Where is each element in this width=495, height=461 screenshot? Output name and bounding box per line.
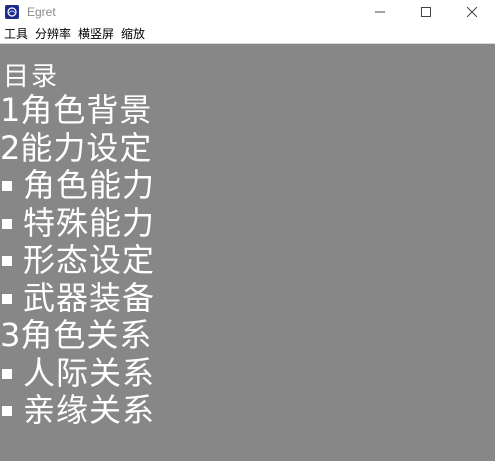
toc-section-number: 1 — [0, 91, 21, 129]
toc-bullet-item: 亲缘关系 — [0, 391, 156, 430]
title-bar[interactable]: Egret — [0, 0, 495, 24]
toc-item-label: 武器装备 — [23, 278, 156, 317]
toc-title: 目录 — [3, 62, 60, 92]
toc-section-item: 2 能力设定 — [0, 128, 155, 168]
toc-bullet-item: 形态设定 — [0, 241, 156, 280]
toc-item-label: 亲缘关系 — [23, 391, 156, 429]
menu-resolution[interactable]: 分辨率 — [31, 24, 74, 44]
menu-tools[interactable]: 工具 — [0, 24, 31, 44]
bullet-square-icon — [2, 368, 12, 379]
toc-bullet-item: 角色能力 — [0, 166, 156, 205]
menu-zoom[interactable]: 缩放 — [117, 24, 148, 44]
close-icon — [467, 7, 477, 17]
minimize-icon — [375, 11, 385, 13]
window-title: Egret — [27, 5, 56, 19]
toc-item-label: 角色能力 — [23, 166, 156, 204]
toc-section-item: 3 角色关系 — [0, 316, 155, 355]
maximize-icon — [421, 7, 431, 17]
toc-item-label: 人际关系 — [23, 353, 156, 392]
bullet-square-icon — [2, 181, 12, 191]
bullet-square-icon — [2, 256, 12, 266]
bullet-square-icon — [2, 406, 12, 416]
toc-item-label: 角色关系 — [20, 316, 153, 354]
maximize-button[interactable] — [403, 0, 449, 24]
window-controls — [357, 0, 495, 24]
game-canvas[interactable]: 目录 1 角色背景 2 能力设定 角色能力 特殊能力 形态设定 武器装备 3 角色关系 人际关… — [0, 44, 495, 461]
toc-item-label: 特殊能力 — [23, 203, 156, 242]
toc-bullet-item: 特殊能力 — [0, 203, 156, 243]
toc-list: 1 角色背景 2 能力设定 角色能力 特殊能力 形态设定 武器装备 3 角色关系 人际关系 亲缘… — [0, 91, 156, 430]
menu-bar: 工具 分辨率 横竖屏 缩放 — [0, 24, 495, 44]
app-window: Egret 工具 分辨率 横竖屏 缩放 目录 1角色背景 2能力设定 角色能力 … — [0, 0, 495, 461]
toc-section-number: 2 — [0, 128, 21, 167]
bullet-square-icon — [2, 218, 12, 229]
toc-bullet-item: 武器装备 — [0, 278, 156, 318]
toc-item-label: 形态设定 — [23, 241, 156, 279]
egret-app-icon — [5, 5, 19, 19]
toc-section-number: 3 — [0, 316, 21, 354]
minimize-button[interactable] — [357, 0, 403, 24]
close-button[interactable] — [449, 0, 495, 24]
toc-section-item: 1 角色背景 — [0, 91, 155, 130]
toc-item-label: 能力设定 — [20, 128, 153, 167]
menu-orientation[interactable]: 横竖屏 — [74, 24, 117, 44]
toc-bullet-item: 人际关系 — [0, 353, 156, 393]
toc-item-label: 角色背景 — [20, 91, 153, 129]
bullet-square-icon — [2, 293, 12, 304]
